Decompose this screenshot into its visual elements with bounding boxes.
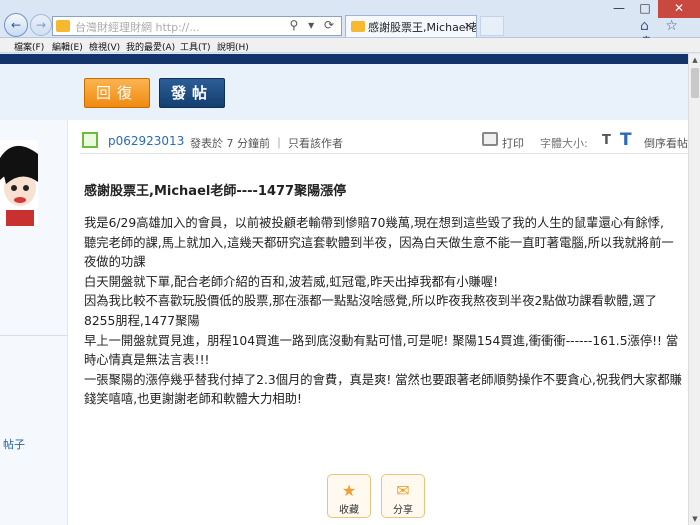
maximize-button[interactable]: □ xyxy=(632,0,658,18)
page-scrollbar[interactable]: ▲ ▼ xyxy=(688,54,700,525)
reverse-order-link[interactable]: 倒序看帖 xyxy=(644,135,688,151)
back-button[interactable]: ← xyxy=(4,13,28,37)
menu-tools[interactable]: 工具(T) xyxy=(180,40,211,53)
collect-label: 收藏 xyxy=(339,505,359,516)
close-window-button[interactable]: ✕ xyxy=(658,0,700,18)
menu-file[interactable]: 檔案(F) xyxy=(14,40,44,53)
tab-active[interactable]: 感謝股票王,Michael老師-... × xyxy=(345,15,477,37)
print-link[interactable]: 打印 xyxy=(502,135,524,151)
font-small-button[interactable]: T xyxy=(602,133,611,148)
tab-title: 感謝股票王,Michael老師-... xyxy=(368,21,477,34)
post-paragraph: 早上一開盤就買見進，朋程104買進一路到底沒動有點可惜,可是呢! 聚陽154買進… xyxy=(84,333,679,368)
address-text: 台灣財經理財網 http://... xyxy=(75,21,200,34)
sidebar-link-posts[interactable]: 帖子 xyxy=(3,436,25,452)
new-post-button[interactable]: 發帖 xyxy=(159,78,225,108)
reply-button[interactable]: 回復 xyxy=(84,78,150,108)
browser-titlebar: ← → 台灣財經理財網 http://... ⚲ ▾ ⟳ 感謝股票王,Micha… xyxy=(0,0,700,50)
collect-button[interactable]: ★ 收藏 xyxy=(327,474,371,518)
post-paragraph: 因為我比較不喜歡玩股價低的股票,那在漲都一點點沒啥感覺,所以昨夜我熬夜到半夜2點… xyxy=(84,294,657,328)
envelope-icon: ✉ xyxy=(396,481,410,500)
forward-button[interactable]: → xyxy=(30,14,52,36)
address-bar[interactable]: 台灣財經理財網 http://... ⚲ ▾ ⟳ xyxy=(52,16,342,36)
online-status-icon xyxy=(82,132,98,148)
address-actions-icon[interactable]: ⚲ ▾ ⟳ xyxy=(290,18,338,32)
avatar[interactable] xyxy=(0,140,38,226)
sidebar-divider xyxy=(0,335,68,336)
post-paragraph: 一張聚陽的漲停幾乎替我付掉了2.3個月的會費，真是爽! 當然也要跟著老師順勢操作… xyxy=(84,372,682,407)
menu-view[interactable]: 檢視(V) xyxy=(89,40,120,53)
post-meta[interactable]: 發表於 7 分鐘前 ｜ 只看該作者 xyxy=(190,135,343,151)
post-paragraph: 我是6/29高雄加入的會員，以前被投顧老輸帶到慘賠70幾萬,現在想到這些毀了我的… xyxy=(84,216,664,230)
post-info-bar: p062923013 發表於 7 分鐘前 ｜ 只看該作者 打印 字體大小: T … xyxy=(80,130,688,154)
menu-help[interactable]: 說明(H) xyxy=(217,40,249,53)
minimize-button[interactable]: — xyxy=(606,0,632,18)
star-icon: ★ xyxy=(341,481,357,500)
share-label: 分享 xyxy=(393,505,413,516)
site-header-band xyxy=(0,54,688,64)
site-favicon-icon xyxy=(56,20,70,32)
new-tab-button[interactable] xyxy=(480,16,504,36)
font-large-button[interactable]: T xyxy=(620,130,632,150)
post-paragraph: 聽完老師的課,馬上就加入,這幾天都研究這套軟體到半夜，因為白天做生意不能一直盯著… xyxy=(84,235,674,270)
post-title: 感謝股票王,Michael老師----1477聚陽漲停 xyxy=(84,184,347,199)
scroll-up-icon[interactable]: ▲ xyxy=(689,54,700,66)
tab-close-icon[interactable]: × xyxy=(464,19,473,32)
author-sidebar: 帖子 xyxy=(0,120,68,525)
font-size-label: 字體大小: xyxy=(540,137,588,150)
scroll-down-icon[interactable]: ▼ xyxy=(689,513,700,525)
menu-edit[interactable]: 編輯(E) xyxy=(52,40,83,53)
post-body: 我是6/29高雄加入的會員，以前被投顧老輸帶到慘賠70幾萬,現在想到這些毀了我的… xyxy=(84,214,684,410)
post-author[interactable]: p062923013 xyxy=(108,134,184,148)
share-button[interactable]: ✉ 分享 xyxy=(381,474,425,518)
menu-favorites[interactable]: 我的最愛(A) xyxy=(126,40,175,53)
tab-favicon-icon xyxy=(351,21,365,32)
scroll-thumb[interactable] xyxy=(691,68,699,98)
printer-icon[interactable] xyxy=(482,132,498,146)
post-paragraph: 白天開盤就下單,配合老師介紹的百和,波若威,虹冠電,昨天出掉我都有小賺喔! xyxy=(84,274,499,289)
menu-bar: 檔案(F) 編輯(E) 檢視(V) 我的最愛(A) 工具(T) 說明(H) xyxy=(0,38,700,53)
forum-page: 回復 發帖 帖子 p062923013 發表於 7 分鐘前 ｜ 只看該作者 打印… xyxy=(0,54,688,525)
